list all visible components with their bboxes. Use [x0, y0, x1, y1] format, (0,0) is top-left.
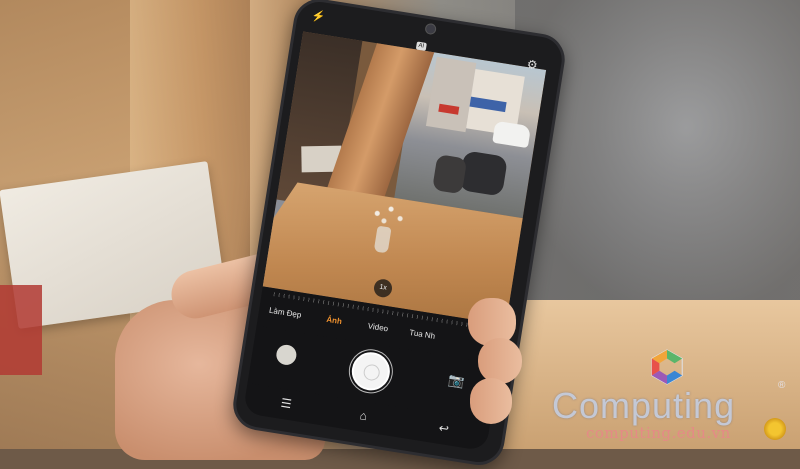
mode-photo[interactable]: Ảnh [326, 315, 343, 326]
gallery-thumbnail[interactable] [274, 343, 298, 367]
mode-timelapse[interactable]: Tua Nh [409, 328, 436, 341]
camera-switch-icon[interactable]: 📷 [447, 372, 465, 389]
back-icon[interactable]: ↩ [438, 421, 450, 436]
flash-icon[interactable]: ⚡ [311, 9, 327, 25]
shutter-inner-ring [362, 363, 381, 382]
watermark-badge-icon [764, 418, 786, 440]
background-red-object [0, 285, 42, 375]
mode-beauty[interactable]: Làm Đẹp [268, 306, 301, 320]
watermark-brand: Computing [552, 385, 736, 426]
mode-video[interactable]: Video [367, 321, 388, 333]
viewfinder-motorbike [458, 150, 509, 197]
hand-finger [478, 338, 522, 384]
front-camera [424, 22, 437, 36]
hdr-icon[interactable]: AI [415, 41, 427, 51]
computing-logo-icon [651, 349, 683, 385]
shutter-button[interactable] [349, 349, 393, 394]
camera-viewfinder[interactable]: 1x [262, 31, 547, 325]
watermark-url: computing.edu.vn [586, 424, 731, 442]
gear-icon[interactable]: ⚙ [526, 57, 539, 73]
menu-icon[interactable]: ☰ [280, 396, 293, 412]
home-icon[interactable]: ⌂ [359, 408, 368, 423]
watermark-registered: ® [778, 380, 786, 391]
hand-finger [470, 378, 512, 424]
